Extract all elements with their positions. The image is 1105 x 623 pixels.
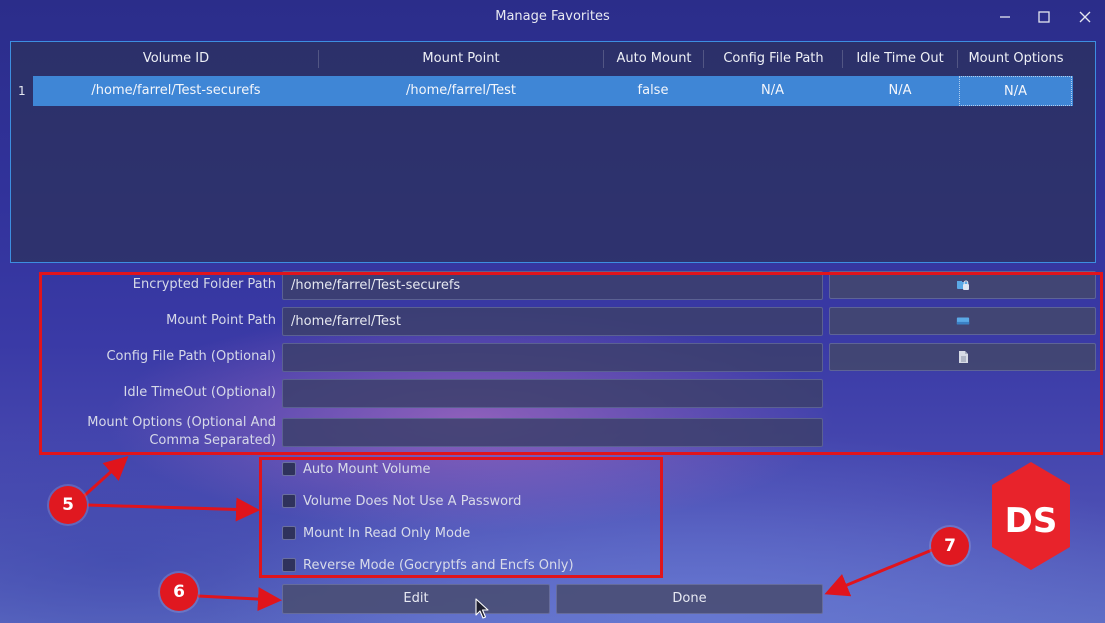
column-header-mount-options[interactable]: Mount Options [958, 42, 1074, 76]
column-header-idle-time-out[interactable]: Idle Time Out [843, 42, 957, 76]
minimize-icon [1000, 16, 1010, 18]
annotation-badge-5: 5 [49, 486, 87, 524]
ds-logo: DS [992, 462, 1070, 570]
done-button[interactable]: Done [556, 584, 823, 614]
annotation-box-checkboxes [259, 457, 663, 578]
cell-idle-time-out[interactable]: N/A [842, 76, 958, 106]
arrow-5-to-checkboxes [87, 497, 260, 522]
close-icon [1079, 11, 1091, 23]
cell-mount-options[interactable]: N/A [959, 76, 1072, 106]
edit-button[interactable]: Edit [282, 584, 550, 614]
arrow-5-to-form [82, 455, 129, 498]
cell-volume-id[interactable]: /home/farrel/Test-securefs [33, 76, 319, 106]
title-bar: Manage Favorites [0, 0, 1105, 34]
minimize-button[interactable] [994, 6, 1016, 28]
favorites-table[interactable]: Volume ID Mount Point Auto Mount Config … [10, 41, 1096, 263]
column-header-mount-point[interactable]: Mount Point [319, 42, 603, 76]
annotation-box-form [39, 272, 1103, 455]
maximize-button[interactable] [1033, 6, 1055, 28]
window-title: Manage Favorites [495, 9, 610, 24]
annotation-badge-7: 7 [931, 527, 969, 565]
mouse-cursor-icon [475, 598, 489, 619]
column-header-config-file-path[interactable]: Config File Path [704, 42, 843, 76]
table-header: Volume ID Mount Point Auto Mount Config … [11, 42, 1095, 76]
arrow-7-to-done [824, 548, 933, 597]
annotation-badge-6: 6 [160, 573, 198, 611]
column-header-auto-mount[interactable]: Auto Mount [604, 42, 704, 76]
close-button[interactable] [1074, 6, 1096, 28]
cell-mount-point[interactable]: /home/farrel/Test [319, 76, 603, 106]
arrow-6-to-edit [197, 587, 282, 612]
logo-text: DS [1005, 501, 1058, 541]
cell-auto-mount[interactable]: false [603, 76, 703, 106]
cell-config-file-path[interactable]: N/A [703, 76, 842, 106]
column-header-volume-id[interactable]: Volume ID [33, 42, 319, 76]
table-row[interactable]: /home/farrel/Test-securefs /home/farrel/… [33, 76, 1073, 106]
row-number: 1 [18, 84, 26, 98]
maximize-icon [1038, 11, 1050, 23]
